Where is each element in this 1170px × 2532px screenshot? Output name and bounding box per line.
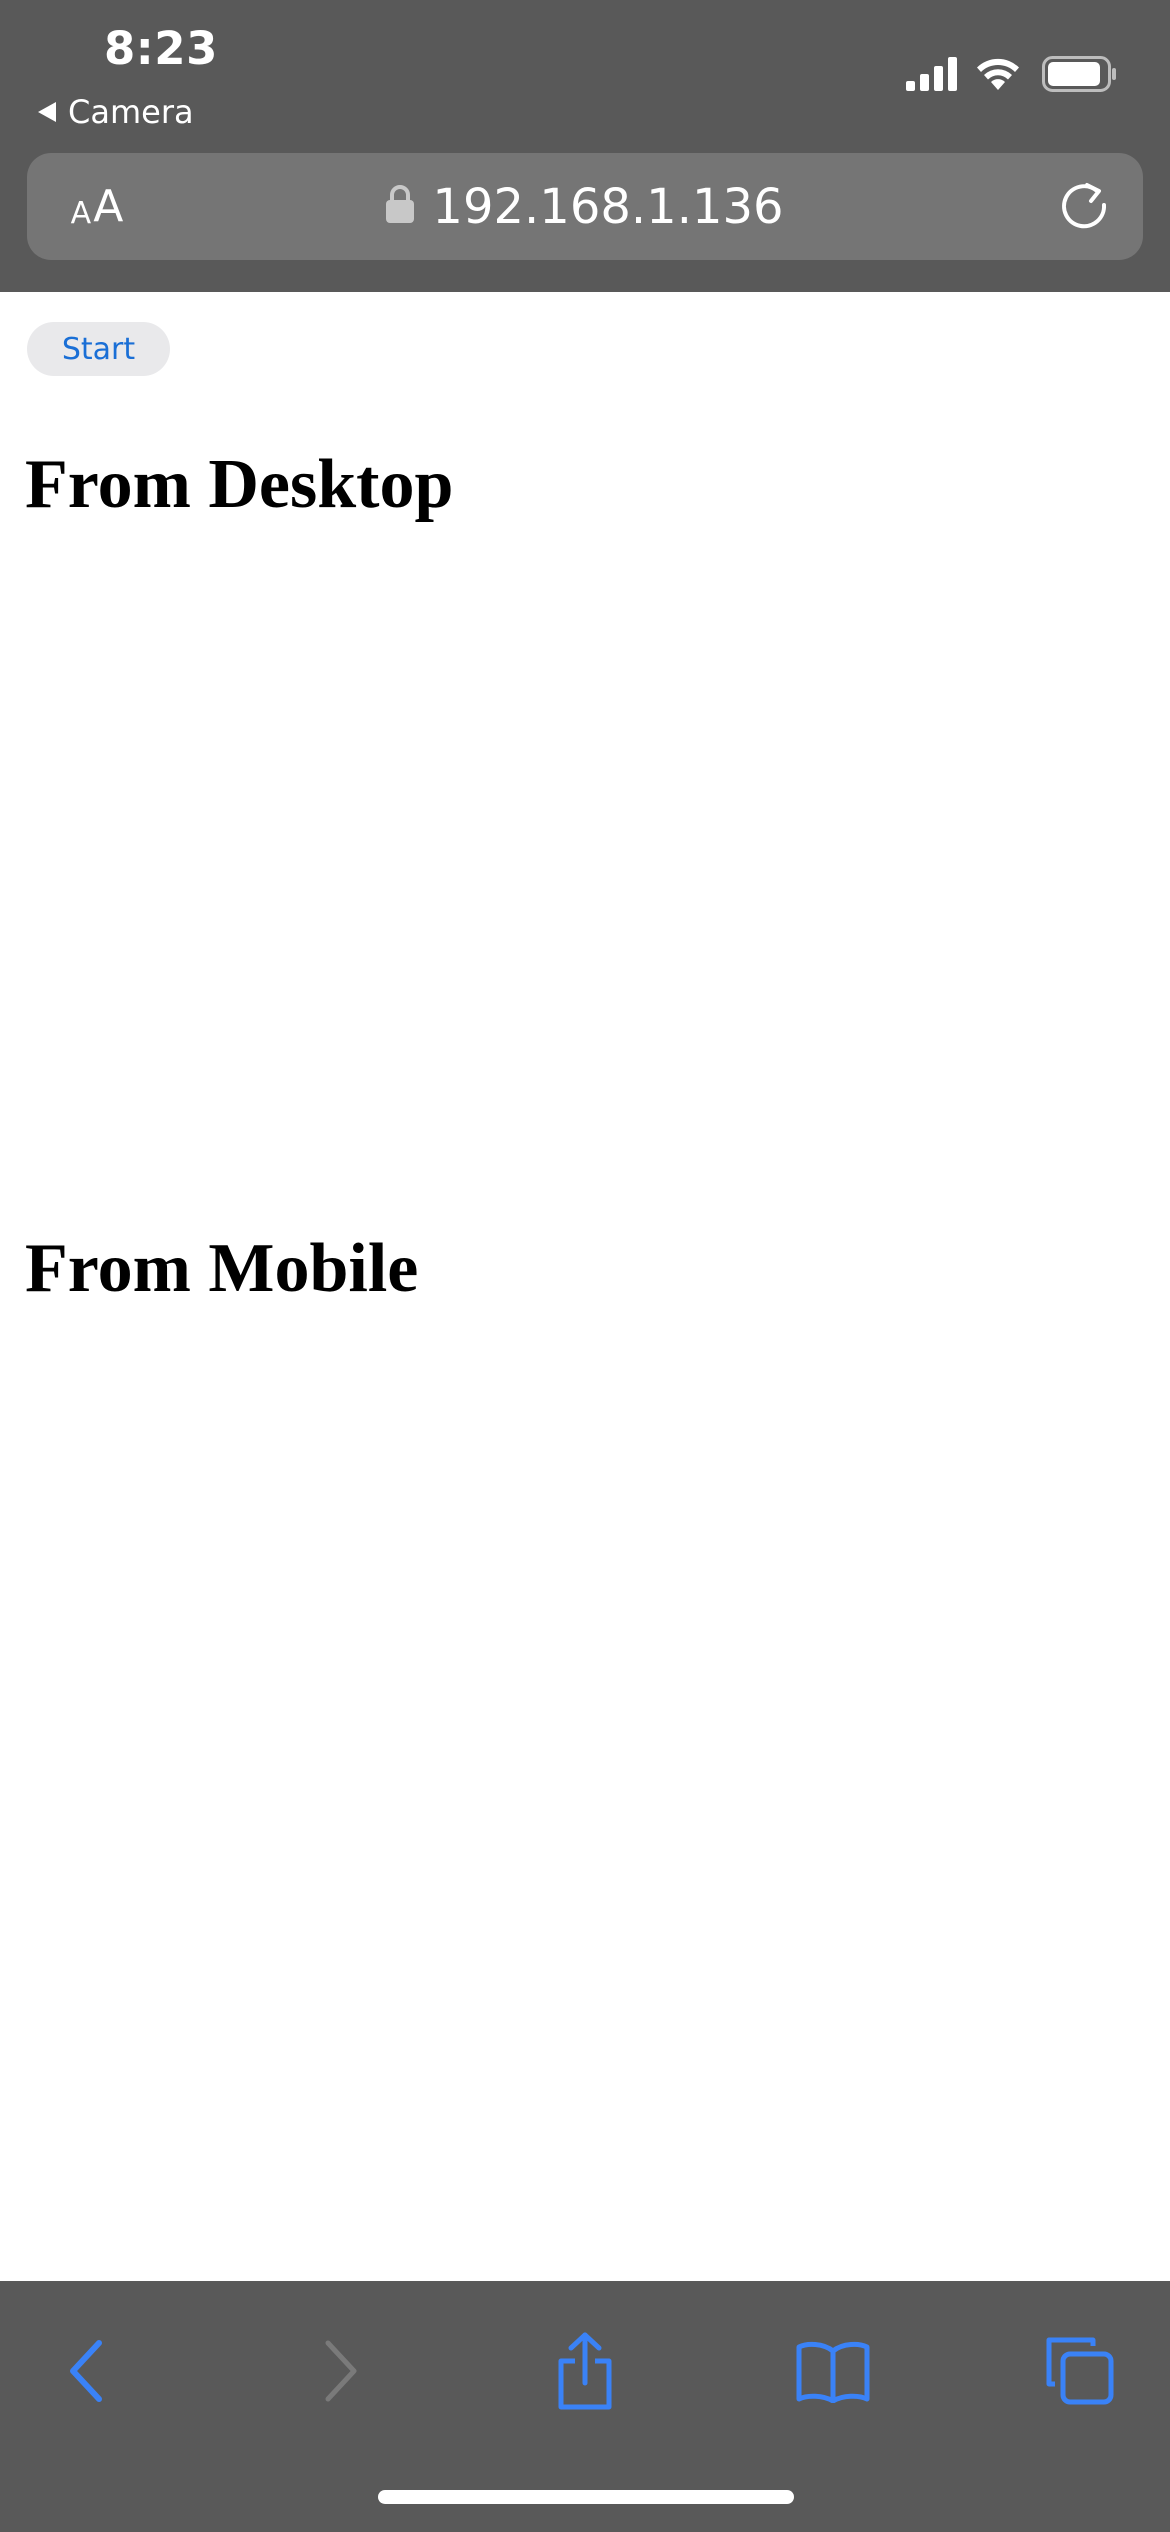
share-icon bbox=[553, 2331, 617, 2416]
chevron-right-icon bbox=[320, 2339, 360, 2408]
address-bar[interactable]: A A 192.168.1.136 bbox=[27, 153, 1143, 260]
tabs-button[interactable] bbox=[1030, 2323, 1130, 2423]
back-app-label: Camera bbox=[68, 93, 194, 131]
cellular-signal-icon bbox=[906, 57, 958, 91]
battery-icon bbox=[1042, 56, 1118, 92]
url-text: 192.168.1.136 bbox=[432, 178, 784, 235]
back-to-app-button[interactable]: Camera bbox=[38, 92, 194, 132]
lock-icon bbox=[386, 185, 415, 228]
heading-from-mobile: From Mobile bbox=[25, 1230, 419, 1307]
tabs-icon bbox=[1045, 2336, 1115, 2411]
reload-button[interactable] bbox=[1057, 179, 1113, 235]
wifi-icon bbox=[974, 56, 1022, 92]
reload-icon bbox=[1057, 183, 1113, 239]
home-indicator[interactable] bbox=[378, 2490, 794, 2504]
back-button[interactable] bbox=[37, 2323, 137, 2423]
share-button[interactable] bbox=[535, 2323, 635, 2423]
forward-button[interactable] bbox=[290, 2323, 390, 2423]
heading-from-desktop: From Desktop bbox=[25, 446, 454, 523]
back-triangle-icon bbox=[38, 102, 56, 122]
book-icon bbox=[795, 2339, 871, 2408]
browser-top-chrome: 8:23 Camera A A 192.168.1.136 bbox=[0, 0, 1170, 292]
bookmarks-button[interactable] bbox=[783, 2323, 883, 2423]
status-time: 8:23 bbox=[104, 22, 218, 75]
status-icons bbox=[906, 52, 1118, 96]
start-button[interactable]: Start bbox=[27, 322, 170, 376]
chevron-left-icon bbox=[67, 2339, 107, 2408]
url-display[interactable]: 192.168.1.136 bbox=[27, 153, 1143, 260]
